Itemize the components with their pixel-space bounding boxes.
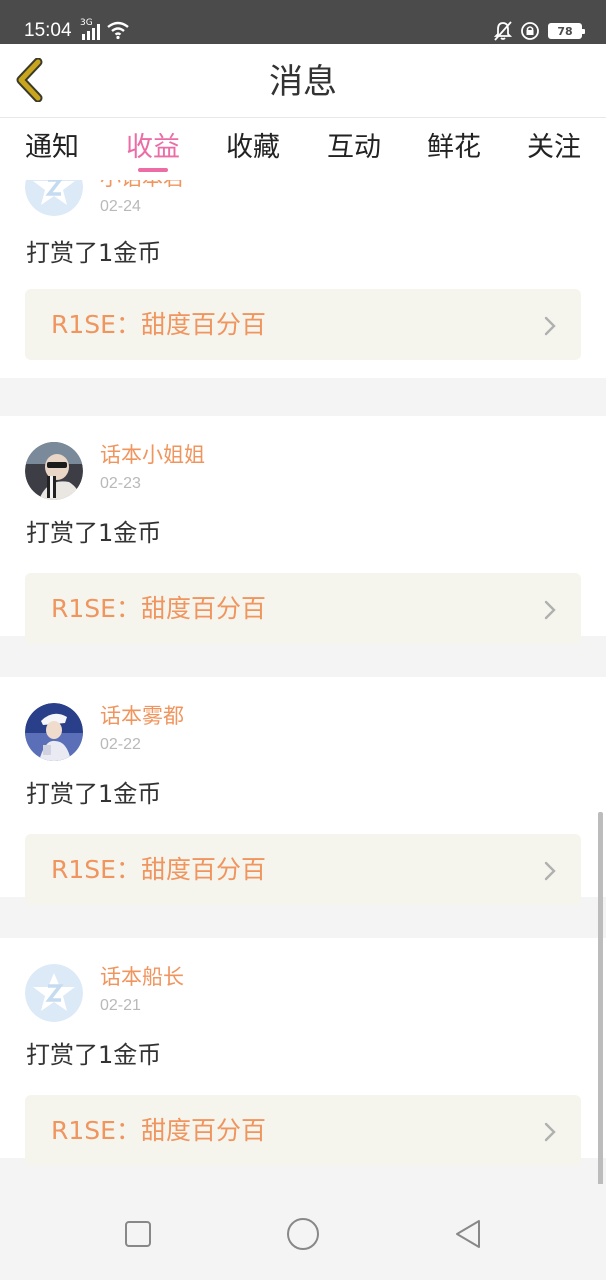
page-title: 消息 (269, 62, 337, 102)
tab-label: 鲜花 (427, 132, 481, 163)
reward-action: 打赏了1金币 (26, 1041, 162, 1069)
rotation-lock-icon (521, 22, 539, 40)
work-title: R1SE：甜度百分百 (51, 1116, 266, 1145)
user-name[interactable]: 话本雾都 (100, 701, 184, 731)
tab-label: 互动 (327, 132, 381, 163)
reward-date: 02-22 (100, 736, 141, 753)
system-nav-bar (0, 1184, 606, 1280)
tab-label: 收益 (126, 132, 180, 163)
battery-icon: 78 (548, 23, 585, 39)
list-item: 话本船长 02-21 打赏了1金币 R1SE：甜度百分百 (0, 938, 606, 1166)
mute-icon (494, 21, 512, 41)
battery-level: 78 (557, 24, 573, 38)
user-photo-icon (25, 703, 83, 761)
tab-notifications[interactable]: 通知 (2, 130, 102, 166)
tab-label: 收藏 (226, 132, 280, 163)
scrollbar[interactable] (598, 812, 603, 1196)
work-link[interactable]: R1SE：甜度百分百 (25, 834, 581, 905)
reward-action: 打赏了1金币 (26, 519, 162, 547)
work-title: R1SE：甜度百分百 (51, 310, 266, 339)
list-item: 小话本君 02-24 打赏了1金币 R1SE：甜度百分百 (0, 180, 606, 378)
tab-label: 通知 (25, 132, 79, 163)
earnings-feed[interactable]: 小话本君 02-24 打赏了1金币 R1SE：甜度百分百 话本小姐姐 02-2 (0, 180, 606, 1184)
user-photo-icon (25, 442, 83, 500)
reward-action: 打赏了1金币 (26, 780, 162, 808)
back-triangle-icon[interactable] (448, 1214, 488, 1254)
work-link[interactable]: R1SE：甜度百分百 (25, 573, 581, 644)
tab-label: 关注 (527, 132, 581, 163)
user-name[interactable]: 话本小姐姐 (100, 440, 205, 470)
default-avatar[interactable] (25, 180, 83, 216)
tab-interactions[interactable]: 互动 (304, 130, 404, 166)
work-title: R1SE：甜度百分百 (51, 594, 266, 623)
signal-icon (82, 24, 100, 40)
active-tab-indicator (138, 168, 168, 172)
tab-bar: 通知 收益 收藏 互动 鲜花 关注 (0, 118, 606, 180)
tab-flowers[interactable]: 鲜花 (404, 130, 504, 166)
wifi-icon (107, 21, 129, 40)
reward-date: 02-21 (100, 997, 141, 1014)
home-circle-icon[interactable] (283, 1214, 323, 1254)
default-avatar-icon (25, 964, 83, 1022)
work-title: R1SE：甜度百分百 (51, 855, 266, 884)
status-time: 15:04 (24, 20, 72, 41)
default-avatar-icon (25, 180, 83, 216)
reward-action: 打赏了1金币 (26, 239, 162, 267)
photo-avatar[interactable] (25, 703, 83, 761)
default-avatar[interactable] (25, 964, 83, 1022)
user-name[interactable]: 话本船长 (100, 962, 184, 992)
photo-avatar[interactable] (25, 442, 83, 500)
list-item: 话本雾都 02-22 打赏了1金币 R1SE：甜度百分百 (0, 677, 606, 905)
tab-following[interactable]: 关注 (504, 130, 604, 166)
list-item: 话本小姐姐 02-23 打赏了1金币 R1SE：甜度百分百 (0, 416, 606, 644)
tab-earnings[interactable]: 收益 (103, 130, 203, 172)
work-link[interactable]: R1SE：甜度百分百 (25, 1095, 581, 1166)
work-link[interactable]: R1SE：甜度百分百 (25, 289, 581, 360)
chevron-right-icon (544, 861, 556, 881)
reward-date: 02-23 (100, 475, 141, 492)
header: 消息 (0, 44, 606, 118)
chevron-right-icon (544, 316, 556, 336)
status-bar: 15:04 3G 78 (0, 0, 606, 44)
tab-favorites[interactable]: 收藏 (203, 130, 303, 166)
user-name[interactable]: 小话本君 (100, 180, 184, 193)
chevron-right-icon (544, 1122, 556, 1142)
chevron-right-icon (544, 600, 556, 620)
recents-square-icon[interactable] (118, 1214, 158, 1254)
reward-date: 02-24 (100, 198, 141, 215)
